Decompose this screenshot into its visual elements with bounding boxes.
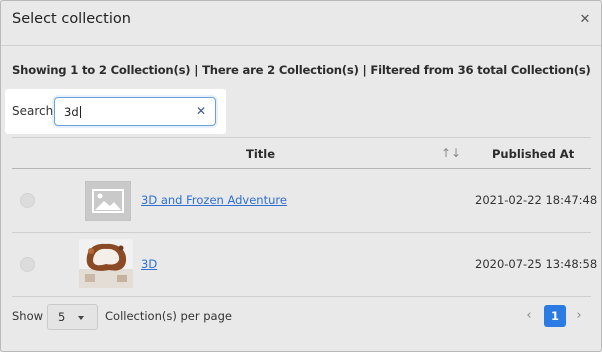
column-header-title[interactable]: Title [246,147,275,161]
pagination-page-button[interactable]: 1 [544,305,566,327]
collection-title-link[interactable]: 3D [141,257,157,271]
row-select-radio[interactable] [20,257,35,272]
collection-title-link[interactable]: 3D and Frozen Adventure [141,193,287,207]
page-size-value: 5 [58,310,66,324]
search-label: Search: [12,104,58,118]
collection-photo [79,239,133,288]
collection-table: Title ↑↓ Published At 3D and Frozen Adve… [12,137,597,297]
image-placeholder-icon [85,181,131,221]
show-label: Show [12,309,44,323]
column-header-published-at[interactable]: Published At [492,147,574,161]
row-select-radio[interactable] [20,193,35,208]
published-at-cell: 2020-07-25 13:48:58 [475,257,598,271]
chevron-down-icon [78,316,84,320]
search-area: Search: 3d ✕ [5,89,226,134]
select-collection-dialog: Select collection ✕ Showing 1 to 2 Colle… [0,0,602,352]
page-size-select[interactable]: 5 [47,304,98,330]
clear-icon[interactable]: ✕ [196,104,206,118]
dialog-title: Select collection [12,11,131,27]
text-caret [79,106,81,118]
table-row[interactable]: 3D and Frozen Adventure 2021-02-22 18:47… [12,169,597,233]
sort-icon[interactable]: ↑↓ [441,146,461,160]
search-value: 3d [64,105,81,119]
results-summary: Showing 1 to 2 Collection(s) | There are… [12,63,591,77]
close-icon[interactable]: ✕ [578,13,592,27]
published-at-cell: 2021-02-22 18:47:48 [475,193,598,207]
table-row[interactable]: 3D 2020-07-25 13:48:58 [12,233,597,297]
table-header: Title ↑↓ Published At [12,137,591,169]
dialog-header: Select collection ✕ [1,1,601,46]
pagination-previous-button[interactable]: ‹ [518,305,540,327]
search-input[interactable]: 3d ✕ [54,97,216,126]
per-page-label: Collection(s) per page [105,309,232,323]
pagination-next-button[interactable]: › [568,305,590,327]
